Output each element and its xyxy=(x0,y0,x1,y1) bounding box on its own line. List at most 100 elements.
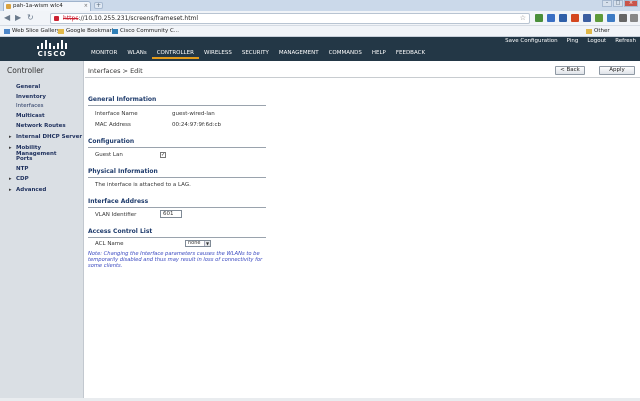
sidebar-item-general[interactable]: General xyxy=(16,84,40,90)
expand-arrow-icon: ▸ xyxy=(9,145,12,151)
bookmark-web-slice[interactable]: Web Slice Gallery xyxy=(4,27,60,36)
forward-arrow-icon[interactable]: ▶ xyxy=(15,14,21,22)
section-divider xyxy=(88,207,266,208)
sidebar-item-inventory[interactable]: Inventory xyxy=(16,94,46,100)
interface-change-note: Note: Changing the Interface parameters … xyxy=(88,251,263,269)
extension-icon[interactable] xyxy=(583,14,591,22)
extension-icon[interactable] xyxy=(547,14,555,22)
sidebar-item-ntp[interactable]: NTP xyxy=(16,166,28,172)
wrench-icon[interactable] xyxy=(630,14,638,22)
mac-address-value: 00:24:97:9f:6d:cb xyxy=(172,122,222,128)
nav-commands[interactable]: COMMANDS xyxy=(324,49,367,59)
nav-monitor[interactable]: MONITOR xyxy=(86,49,122,59)
vlan-identifier-label: VLAN Identifier xyxy=(95,212,137,218)
guest-lan-checkbox[interactable]: ✓ xyxy=(160,152,166,158)
interface-address-heading: Interface Address xyxy=(88,198,149,205)
reload-icon[interactable]: ↻ xyxy=(27,14,34,22)
bookmarks-bar: Web Slice Gallery Google Bookmarks Cisco… xyxy=(0,26,640,43)
interface-name-value: guest-wired-lan xyxy=(172,111,215,117)
nav-help[interactable]: HELP xyxy=(367,49,391,59)
browser-toolbar: ◀ ▶ ↻ https://10.10.255.231/screens/fram… xyxy=(0,11,640,26)
extension-icon[interactable] xyxy=(559,14,567,22)
page-menu-icon[interactable] xyxy=(619,14,627,22)
nav-feedback[interactable]: FEEDBACK xyxy=(391,49,430,59)
cisco-header: CISCO Save Configuration Ping Logout Ref… xyxy=(0,37,640,61)
maximize-icon[interactable]: □ xyxy=(613,0,623,7)
lag-status-text: The interface is attached to a LAG. xyxy=(95,182,191,188)
expand-arrow-icon: ▸ xyxy=(9,176,12,182)
favicon-icon xyxy=(6,4,11,9)
main-nav: MONITOR WLANs CONTROLLER WIRELESS SECURI… xyxy=(86,49,430,59)
back-button[interactable]: < Back xyxy=(555,66,585,75)
nav-wlans[interactable]: WLANs xyxy=(122,49,151,59)
browser-tab[interactable]: pah-1a-wism wlc4 × xyxy=(3,1,91,11)
address-bar[interactable]: https://10.10.255.231/screens/frameset.h… xyxy=(50,13,530,24)
back-arrow-icon[interactable]: ◀ xyxy=(4,14,10,22)
new-tab-button[interactable]: + xyxy=(94,2,103,9)
sidebar-item-multicast[interactable]: Multicast xyxy=(16,113,45,119)
cisco-wordmark: CISCO xyxy=(37,50,67,58)
sidebar-title: Controller xyxy=(7,66,44,75)
interface-name-label: Interface Name xyxy=(95,111,138,117)
close-tab-icon[interactable]: × xyxy=(84,2,88,11)
save-configuration-link[interactable]: Save Configuration xyxy=(505,38,558,44)
section-divider xyxy=(88,147,266,148)
close-window-icon[interactable]: × xyxy=(624,0,638,7)
cisco-bars-icon xyxy=(36,40,68,49)
bookmark-cisco-community[interactable]: Cisco Community C... xyxy=(112,27,179,36)
guest-lan-label: Guest Lan xyxy=(95,152,123,158)
expand-arrow-icon: ▸ xyxy=(9,134,12,140)
acl-name-label: ACL Name xyxy=(95,241,124,247)
url-scheme: https xyxy=(63,15,79,22)
general-info-heading: General Information xyxy=(88,96,157,103)
browser-tabstrip: pah-1a-wism wlc4 × + – □ × xyxy=(0,0,640,11)
acl-heading: Access Control List xyxy=(88,228,153,235)
bookmark-star-icon[interactable]: ☆ xyxy=(520,14,526,23)
mac-address-label: MAC Address xyxy=(95,122,131,128)
tab-title: pah-1a-wism wlc4 xyxy=(13,3,63,9)
apply-button[interactable]: Apply xyxy=(599,66,635,75)
sidebar-item-ports[interactable]: Ports xyxy=(16,156,32,162)
vlan-identifier-input[interactable]: 601 xyxy=(160,210,182,218)
nav-security[interactable]: SECURITY xyxy=(237,49,274,59)
web-slice-icon xyxy=(4,29,10,34)
sidebar-item-dhcp[interactable]: ▸ Internal DHCP Server xyxy=(9,134,82,140)
sidebar-item-advanced[interactable]: ▸ Advanced xyxy=(9,187,46,193)
minimize-icon[interactable]: – xyxy=(602,0,612,7)
nav-management[interactable]: MANAGEMENT xyxy=(274,49,324,59)
extension-icon[interactable] xyxy=(535,14,543,22)
insecure-lock-icon xyxy=(54,16,59,21)
sidebar: Controller General Inventory Interfaces … xyxy=(0,61,84,398)
bookmark-google[interactable]: Google Bookmarks xyxy=(58,27,118,36)
section-divider xyxy=(88,237,266,238)
extension-icon[interactable] xyxy=(607,14,615,22)
section-divider xyxy=(88,177,266,178)
title-divider xyxy=(85,77,640,78)
physical-info-heading: Physical Information xyxy=(88,168,158,175)
section-divider xyxy=(88,105,266,106)
url-path: ://10.10.255.231/screens/frameset.html xyxy=(78,15,199,22)
sidebar-item-interfaces[interactable]: Interfaces xyxy=(16,103,44,109)
utility-links: Save Configuration Ping Logout Refresh xyxy=(505,38,636,44)
refresh-link[interactable]: Refresh xyxy=(615,38,636,44)
main-content: Interfaces > Edit < Back Apply General I… xyxy=(85,61,640,398)
cisco-favicon-icon xyxy=(112,29,118,34)
window-controls: – □ × xyxy=(602,0,638,8)
nav-wireless[interactable]: WIRELESS xyxy=(199,49,237,59)
logout-link[interactable]: Logout xyxy=(587,38,606,44)
sidebar-item-cdp[interactable]: ▸ CDP xyxy=(9,176,29,182)
acl-selected-value: none xyxy=(188,240,201,246)
folder-icon xyxy=(58,29,64,34)
configuration-heading: Configuration xyxy=(88,138,135,145)
folder-icon xyxy=(586,29,592,34)
acl-name-select[interactable]: none ▼ xyxy=(185,240,211,247)
sidebar-item-network-routes[interactable]: Network Routes xyxy=(16,123,66,129)
chevron-down-icon: ▼ xyxy=(204,241,210,246)
page-title: Interfaces > Edit xyxy=(88,67,143,75)
nav-controller[interactable]: CONTROLLER xyxy=(151,49,199,59)
extension-icon[interactable] xyxy=(595,14,603,22)
extension-icon[interactable] xyxy=(571,14,579,22)
cisco-logo: CISCO xyxy=(32,40,72,58)
ping-link[interactable]: Ping xyxy=(567,38,579,44)
expand-arrow-icon: ▸ xyxy=(9,187,12,193)
